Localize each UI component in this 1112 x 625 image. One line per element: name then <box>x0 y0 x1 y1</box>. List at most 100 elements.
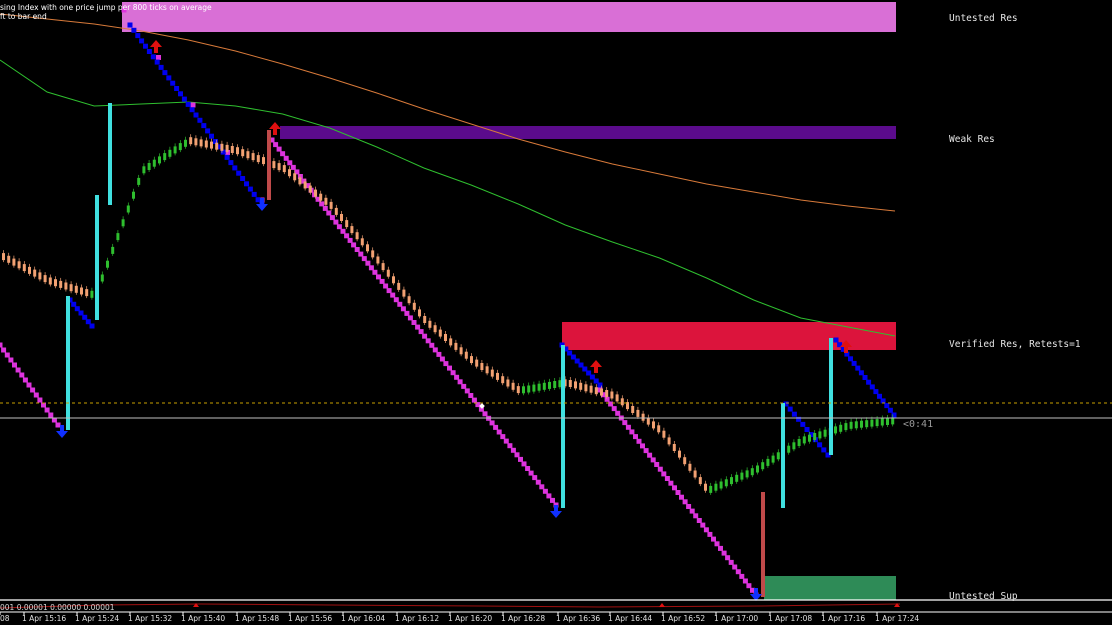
renko-down-brick <box>12 362 17 368</box>
indicator-values: 001 0.00001 0.00000 0.00001 <box>0 603 115 612</box>
renko-down-brick <box>354 247 360 252</box>
renko-down-brick <box>700 522 706 528</box>
renko-up-brick <box>78 310 84 316</box>
renko-up-brick <box>804 427 810 432</box>
renko-down-brick <box>429 342 435 348</box>
renko-down-brick <box>0 342 3 348</box>
renko-up-brick <box>127 22 133 28</box>
renko-up-brick <box>174 86 180 91</box>
renko-down-brick <box>679 494 684 500</box>
renko-up-brick <box>154 59 160 65</box>
renko-down-brick <box>746 583 752 589</box>
impulse-bar <box>561 345 565 508</box>
renko-down-brick <box>728 559 734 565</box>
renko-up-brick <box>143 43 148 49</box>
renko-down-brick <box>650 457 656 463</box>
renko-down-brick <box>418 329 424 335</box>
renko-up-brick <box>209 133 214 139</box>
renko-down-brick <box>604 396 610 402</box>
renko-down-brick <box>4 352 10 358</box>
renko-up-brick <box>855 365 861 371</box>
renko-down-brick <box>432 347 438 353</box>
renko-down-brick <box>365 260 371 266</box>
renko-down-brick <box>1 347 7 353</box>
sell-arrow-icon <box>590 360 602 373</box>
renko-down-brick <box>682 499 688 505</box>
renko-down-brick <box>507 443 513 449</box>
x-tick-label: 1 Apr 16:28 <box>501 614 546 623</box>
renko-down-brick <box>290 164 296 170</box>
zone-label-untested-sup: Untested Sup <box>949 591 1018 602</box>
renko-up-brick <box>821 447 827 453</box>
renko-up-brick <box>185 101 191 107</box>
renko-up-brick <box>240 176 246 181</box>
renko-up-brick <box>787 406 793 412</box>
renko-down-brick <box>672 485 677 491</box>
x-tick-label: 1 Apr 17:00 <box>714 614 759 623</box>
renko-down-brick <box>322 205 328 211</box>
reversal-bar <box>761 492 765 597</box>
reversal-bar <box>267 130 271 200</box>
renko-down-brick <box>400 306 406 312</box>
renko-up-brick <box>891 412 897 418</box>
renko-down-brick <box>535 479 541 485</box>
renko-up-brick <box>224 154 230 160</box>
renko-down-brick <box>739 573 745 579</box>
renko-up-brick <box>251 191 257 197</box>
price-chart[interactable] <box>0 0 1112 625</box>
renko-down-brick <box>397 301 403 307</box>
renko-down-brick <box>30 387 36 393</box>
renko-up-brick <box>150 54 156 60</box>
renko-up-brick <box>858 370 864 376</box>
renko-down-brick <box>326 210 332 216</box>
renko-up-brick <box>791 411 797 417</box>
renko-down-brick <box>443 361 449 367</box>
renko-down-brick <box>404 310 410 316</box>
renko-down-brick <box>629 429 635 435</box>
renko-down-brick <box>283 155 289 161</box>
renko-down-brick <box>689 508 695 514</box>
renko-up-brick <box>139 38 145 44</box>
renko-down-brick <box>464 388 470 394</box>
renko-down-brick <box>411 320 417 325</box>
renko-down-brick <box>386 288 392 294</box>
renko-down-brick <box>457 379 463 385</box>
renko-down-brick <box>48 412 54 418</box>
zone-label-weak-res: Weak Res <box>949 134 995 145</box>
renko-down-brick <box>372 269 378 275</box>
zone-label-untested-res: Untested Res <box>949 13 1018 24</box>
renko-down-brick <box>190 102 196 108</box>
renko-down-brick <box>358 251 364 257</box>
renko-up-brick <box>74 306 80 312</box>
renko-up-brick <box>255 197 261 203</box>
renko-down-brick <box>496 429 502 435</box>
renko-down-brick <box>521 461 527 467</box>
renko-down-brick <box>55 422 61 428</box>
renko-down-brick <box>735 569 741 575</box>
renko-down-brick <box>539 484 545 490</box>
renko-down-brick <box>407 315 413 321</box>
renko-down-brick <box>156 55 161 60</box>
moving-average-1 <box>0 13 896 212</box>
renko-down-brick <box>711 536 716 542</box>
renko-down-brick <box>22 377 28 383</box>
renko-down-brick <box>379 278 385 284</box>
renko-up-brick <box>189 107 195 113</box>
renko-down-brick <box>376 274 381 280</box>
info-text-line-2: ft to bar end <box>0 12 47 21</box>
zone-label-verified-res: Verified Res, Retests=1 <box>949 339 1081 350</box>
renko-up-brick <box>866 379 872 385</box>
renko-up-brick <box>869 384 875 390</box>
renko-down-brick <box>383 283 389 289</box>
x-tick-label: 1 Apr 15:32 <box>128 614 173 623</box>
renko-down-brick <box>447 365 452 371</box>
renko-down-brick <box>532 475 538 481</box>
renko-down-brick <box>721 550 727 556</box>
renko-up-brick <box>205 128 211 134</box>
renko-up-brick <box>82 314 88 320</box>
impulse-bar <box>66 296 70 430</box>
renko-down-brick <box>550 497 555 503</box>
renko-down-brick <box>643 448 649 454</box>
renko-down-brick <box>664 476 670 481</box>
x-tick-label: 08 <box>0 614 10 623</box>
